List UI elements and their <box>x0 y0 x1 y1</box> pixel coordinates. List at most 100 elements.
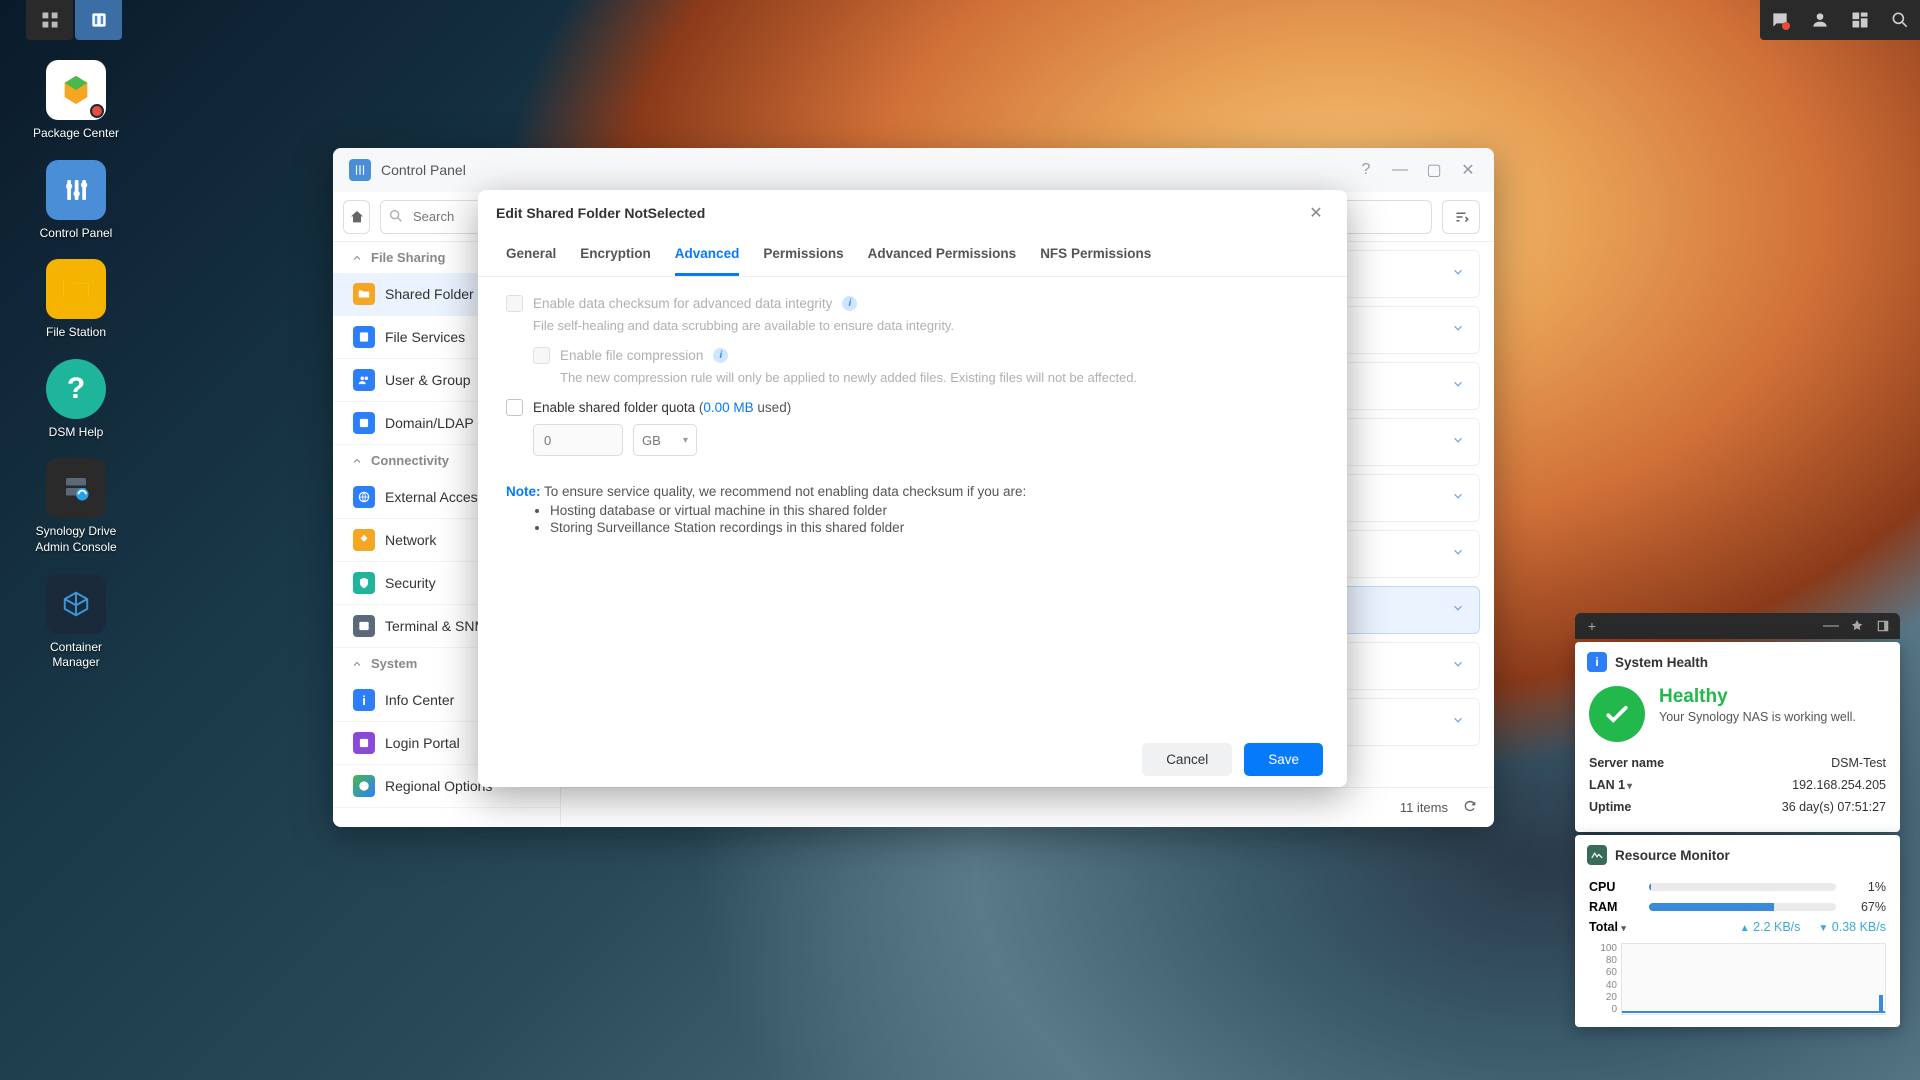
item-count: 11 items <box>1400 800 1448 815</box>
kv-value: DSM-Test <box>1831 756 1886 770</box>
sidebar-item-label: File Services <box>385 329 465 345</box>
dialog-tab-advanced[interactable]: Advanced <box>675 236 740 276</box>
note-block: Note: To ensure service quality, we reco… <box>506 484 1319 535</box>
maximize-icon: ▢ <box>1426 160 1441 180</box>
checksum-label: Enable data checksum for advanced data i… <box>533 296 832 311</box>
network-row[interactable]: Total ▾ ▲ 2.2 KB/s ▼ 0.38 KB/s <box>1589 917 1886 937</box>
desktop-icon-file-station[interactable]: File Station <box>26 259 126 341</box>
desktop-icon-synology-drive[interactable]: Synology Drive Admin Console <box>26 458 126 555</box>
taskbar-left <box>26 0 124 40</box>
quota-label-text: Enable shared folder quota <box>533 400 695 415</box>
info-icon: i <box>353 689 375 711</box>
desktop-icon-control-panel[interactable]: Control Panel <box>26 160 126 242</box>
widgets-pin-button[interactable] <box>1846 615 1868 637</box>
ram-row: RAM 67% <box>1589 897 1886 917</box>
sidebar-item-label: Domain/LDAP <box>385 415 474 431</box>
ram-label: RAM <box>1589 900 1639 914</box>
taskbar-app-control-panel[interactable] <box>75 0 122 40</box>
package-icon <box>59 73 93 107</box>
sidebar-item-label: User & Group <box>385 372 471 388</box>
chart-y-tick: 80 <box>1606 955 1617 966</box>
note-label: Note: <box>506 484 541 499</box>
search-icon <box>1890 10 1910 30</box>
compression-checkbox <box>533 347 550 364</box>
sidebar-item-label: Login Portal <box>385 735 460 751</box>
resource-mini-chart: 100806040200 <box>1589 943 1886 1015</box>
dialog-tab-permissions[interactable]: Permissions <box>763 236 843 276</box>
window-close-button[interactable]: ✕ <box>1454 156 1482 184</box>
search-button[interactable] <box>1880 0 1920 40</box>
window-maximize-button[interactable]: ▢ <box>1420 156 1448 184</box>
cpu-bar <box>1649 883 1836 891</box>
health-status-desc: Your Synology NAS is working well. <box>1659 710 1856 724</box>
window-title: Control Panel <box>381 162 1352 178</box>
save-button-label: Save <box>1268 752 1299 767</box>
chevron-down-icon <box>1451 321 1465 340</box>
dialog-tab-nfs-permissions[interactable]: NFS Permissions <box>1040 236 1151 276</box>
note-intro: To ensure service quality, we recommend … <box>541 484 1027 499</box>
window-help-button[interactable]: ? <box>1352 156 1380 184</box>
control-panel-title-icon <box>349 159 371 181</box>
chevron-down-icon <box>1451 489 1465 508</box>
widgets-add-button[interactable]: + <box>1581 615 1603 637</box>
widgets-titlebar[interactable]: + — <box>1575 613 1900 639</box>
chart-plot-area <box>1621 943 1886 1015</box>
quota-used-suffix: used) <box>754 400 792 415</box>
widget-title: Resource Monitor <box>1615 848 1730 863</box>
chevron-down-icon <box>1451 265 1465 284</box>
widgets-dock-button[interactable] <box>1872 615 1894 637</box>
sidebar-home-button[interactable] <box>343 200 370 234</box>
network-up: ▲ 2.2 KB/s <box>1740 920 1801 934</box>
close-icon: ✕ <box>1461 160 1474 180</box>
info-icon[interactable]: i <box>842 296 857 311</box>
check-icon <box>1602 699 1632 729</box>
sliders-icon <box>61 175 91 205</box>
widgets-button[interactable] <box>1840 0 1880 40</box>
drive-icon <box>61 473 91 503</box>
sidebar-section-label: System <box>371 656 417 671</box>
window-titlebar[interactable]: Control Panel ? — ▢ ✕ <box>333 148 1494 192</box>
file-services-icon <box>353 326 375 348</box>
notifications-button[interactable] <box>1760 0 1800 40</box>
desktop-icon-dsm-help[interactable]: ? DSM Help <box>26 359 126 441</box>
health-status-label: Healthy <box>1659 686 1856 708</box>
chart-y-tick: 40 <box>1606 980 1617 991</box>
chevron-up-icon <box>351 455 363 467</box>
grid-icon <box>40 10 60 30</box>
sidebar-item-label: Info Center <box>385 692 454 708</box>
widgets-minimize-button[interactable]: — <box>1820 615 1842 637</box>
desktop-icon-label: Container Manager <box>26 640 126 671</box>
dialog-tab-encryption[interactable]: Encryption <box>580 236 651 276</box>
health-kv-row[interactable]: LAN 1▾192.168.254.205 <box>1589 774 1886 796</box>
panel-icon <box>89 10 109 30</box>
dialog-tab-general[interactable]: General <box>506 236 556 276</box>
network-label: Total ▾ <box>1589 920 1639 934</box>
chevron-up-icon <box>351 658 363 670</box>
save-button[interactable]: Save <box>1244 743 1323 776</box>
user-menu-button[interactable] <box>1800 0 1840 40</box>
quota-used-value: 0.00 MB <box>703 400 753 415</box>
desktop-icon-label: DSM Help <box>26 425 126 441</box>
chevron-down-icon: ▾ <box>683 435 688 446</box>
cancel-button-label: Cancel <box>1166 752 1208 767</box>
info-icon: i <box>1587 652 1607 672</box>
close-icon: ✕ <box>1309 203 1322 223</box>
dashboard-icon <box>1850 10 1870 30</box>
cpu-value: 1% <box>1846 880 1886 894</box>
dialog-close-button[interactable]: ✕ <box>1303 200 1329 226</box>
quota-checkbox[interactable] <box>506 399 523 416</box>
desktop-icon-package-center[interactable]: Package Center <box>26 60 126 142</box>
kv-key: Uptime <box>1589 800 1631 814</box>
desktop-icon-container-manager[interactable]: Container Manager <box>26 574 126 671</box>
refresh-button[interactable] <box>1462 798 1478 817</box>
health-kv-row: Uptime36 day(s) 07:51:27 <box>1589 796 1886 818</box>
sort-button[interactable] <box>1442 200 1480 234</box>
quota-unit-select[interactable]: GB ▾ <box>633 424 697 456</box>
window-minimize-button[interactable]: — <box>1386 156 1414 184</box>
compression-label: Enable file compression <box>560 348 703 363</box>
dialog-tab-advanced-permissions[interactable]: Advanced Permissions <box>868 236 1017 276</box>
cancel-button[interactable]: Cancel <box>1142 743 1232 776</box>
info-icon[interactable]: i <box>713 348 728 363</box>
desktop-icon-label: Package Center <box>26 126 126 142</box>
show-desktop-button[interactable] <box>26 0 73 40</box>
